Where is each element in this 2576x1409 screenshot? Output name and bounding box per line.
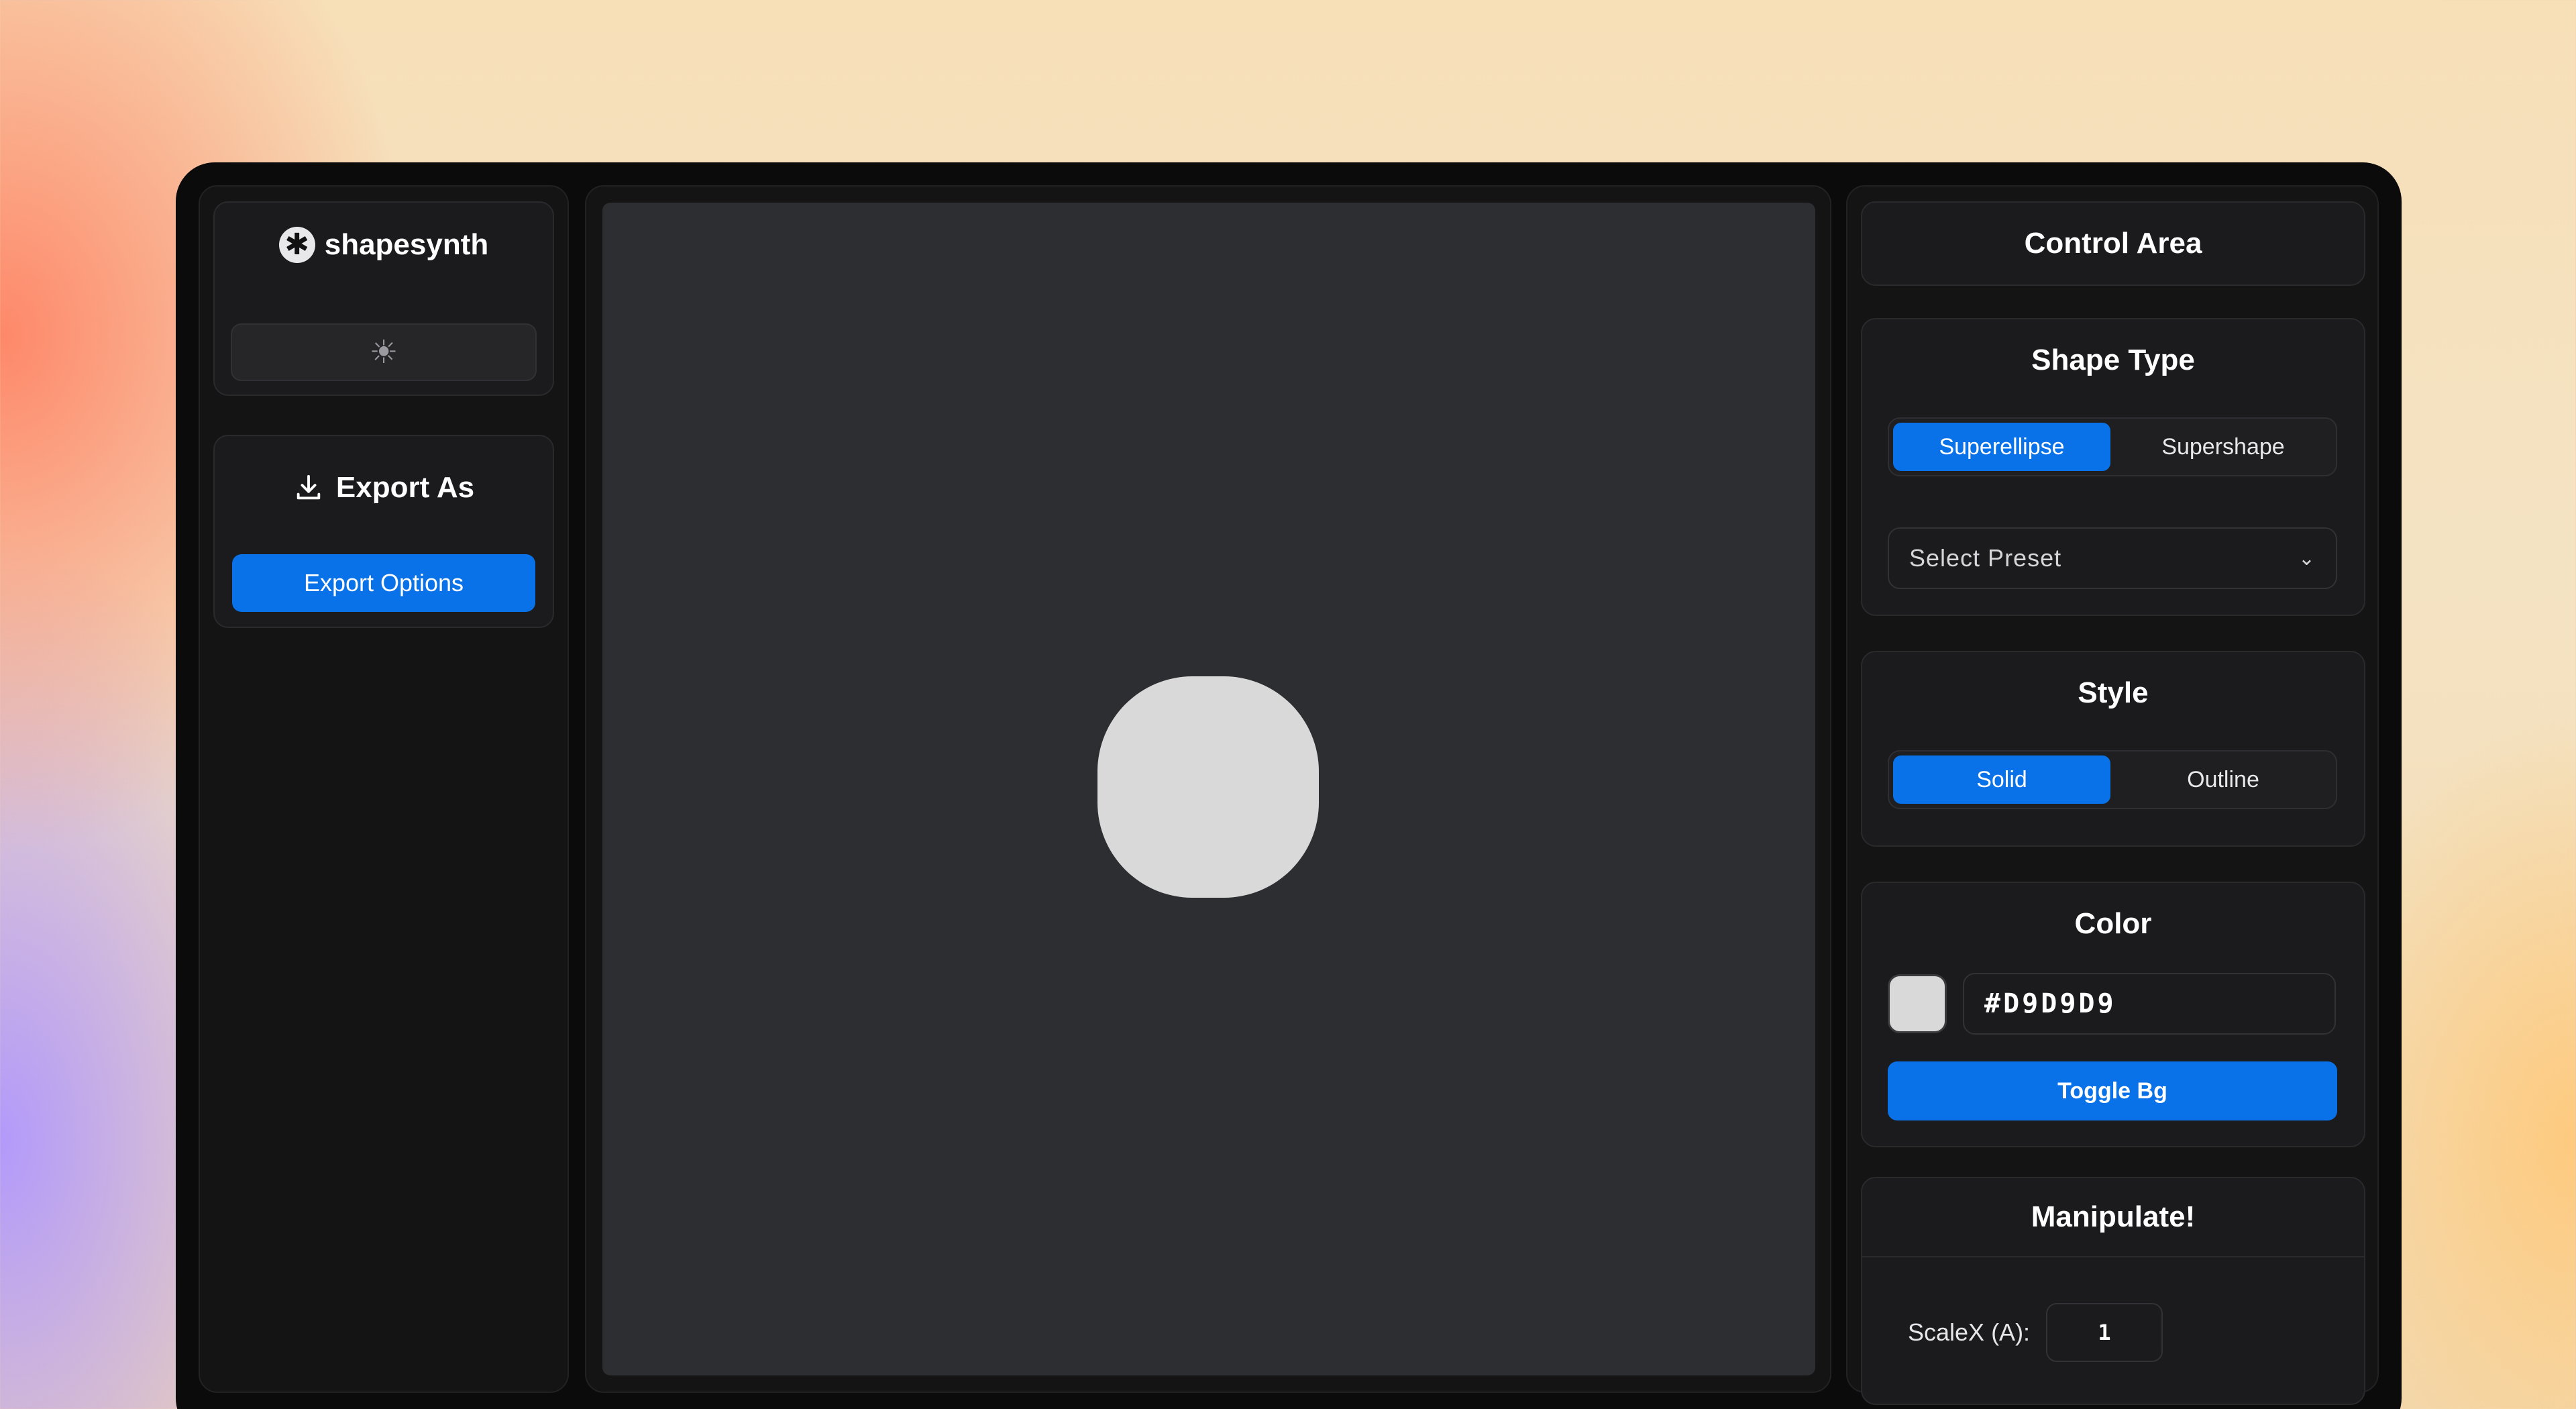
toggle-bg-button[interactable]: Toggle Bg bbox=[1888, 1061, 2337, 1120]
export-title-label: Export As bbox=[335, 471, 475, 504]
preset-select-label: Select Preset bbox=[1909, 544, 2062, 572]
shape-type-title: Shape Type bbox=[2031, 344, 2195, 376]
manipulate-card: Manipulate! ScaleX (A): 1 bbox=[1861, 1177, 2365, 1405]
export-card: Export As Export Options bbox=[213, 435, 554, 628]
sun-icon: ☀ bbox=[369, 335, 398, 370]
left-sidebar: ✱ shapesynth ☀ Export As Export Options bbox=[199, 185, 569, 1393]
style-card: Style Solid Outline bbox=[1861, 651, 2365, 847]
shape-type-toggle: Superellipse Supershape bbox=[1888, 417, 2337, 476]
superellipse-option[interactable]: Superellipse bbox=[1893, 423, 2110, 471]
color-title: Color bbox=[2074, 907, 2152, 940]
download-icon bbox=[297, 474, 321, 500]
style-toggle: Solid Outline bbox=[1888, 750, 2337, 809]
manipulate-title: Manipulate! bbox=[2031, 1200, 2196, 1233]
app-name: shapesynth bbox=[324, 228, 489, 261]
control-area-header: Control Area bbox=[1861, 201, 2365, 286]
preset-select[interactable]: Select Preset ⌄ bbox=[1888, 527, 2337, 589]
canvas-panel bbox=[585, 185, 1831, 1393]
export-title: Export As bbox=[215, 471, 553, 505]
scale-x-input[interactable]: 1 bbox=[2046, 1303, 2163, 1362]
scale-x-row: ScaleX (A): 1 bbox=[1908, 1303, 2163, 1362]
superellipse-shape bbox=[1097, 676, 1319, 898]
scale-x-label: ScaleX (A): bbox=[1908, 1318, 2031, 1346]
brand-card: ✱ shapesynth ☀ bbox=[213, 201, 554, 396]
control-panel: Control Area Shape Type Superellipse Sup… bbox=[1846, 185, 2379, 1405]
solid-option[interactable]: Solid bbox=[1893, 755, 2110, 804]
chevron-down-icon: ⌄ bbox=[2298, 547, 2316, 570]
export-options-button[interactable]: Export Options bbox=[232, 554, 535, 612]
outline-option[interactable]: Outline bbox=[2114, 755, 2332, 804]
supershape-option[interactable]: Supershape bbox=[2114, 423, 2332, 471]
brand: ✱ shapesynth bbox=[215, 227, 553, 263]
color-card: Color #D9D9D9 Toggle Bg bbox=[1861, 882, 2365, 1147]
color-swatch[interactable] bbox=[1888, 974, 1947, 1033]
logo-icon: ✱ bbox=[278, 227, 315, 263]
shape-canvas[interactable] bbox=[602, 203, 1815, 1375]
manipulate-header: Manipulate! bbox=[1862, 1178, 2364, 1257]
theme-toggle-button[interactable]: ☀ bbox=[231, 323, 537, 381]
style-title: Style bbox=[2078, 676, 2149, 709]
control-area-title: Control Area bbox=[2024, 227, 2202, 260]
hex-color-input[interactable]: #D9D9D9 bbox=[1963, 973, 2336, 1035]
app-window: ✱ shapesynth ☀ Export As Export Options … bbox=[176, 162, 2402, 1409]
shape-type-card: Shape Type Superellipse Supershape Selec… bbox=[1861, 318, 2365, 616]
